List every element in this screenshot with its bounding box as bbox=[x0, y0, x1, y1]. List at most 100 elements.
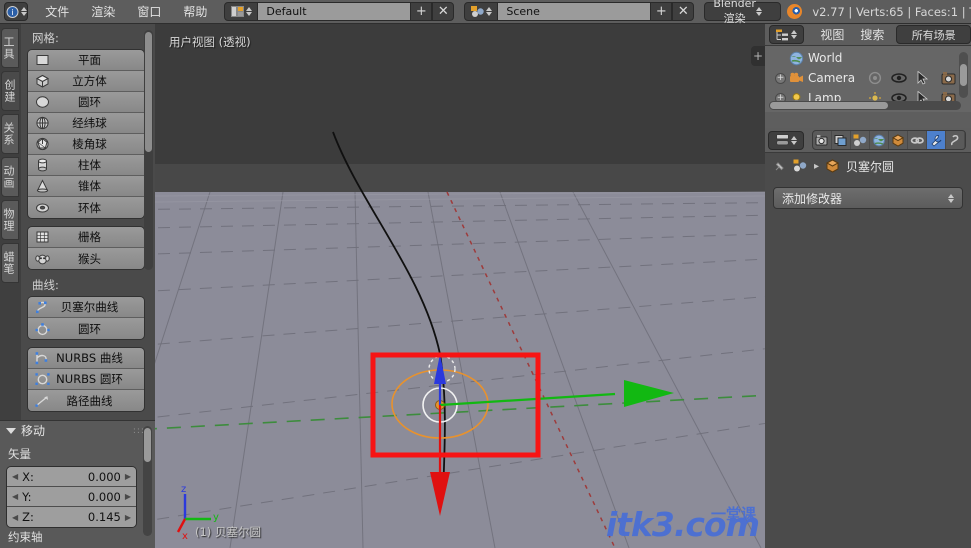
render-engine-selector[interactable]: Blender 渲染 bbox=[704, 0, 782, 25]
operator-panel-header[interactable]: 移动 :::: bbox=[0, 421, 155, 440]
outliner-display-mode[interactable]: 所有场景 bbox=[896, 25, 971, 44]
tab-animation[interactable]: 动画 bbox=[1, 157, 19, 197]
svg-text:i: i bbox=[11, 8, 13, 17]
add-bezier-circle-button[interactable]: 圆环 bbox=[28, 318, 144, 339]
add-plane-button[interactable]: 平面 bbox=[28, 50, 144, 71]
outliner-horizontal-scrollbar[interactable] bbox=[769, 101, 961, 110]
circle-label: 圆环 bbox=[78, 95, 101, 109]
decrement-arrow-icon[interactable]: ◀ bbox=[12, 472, 18, 481]
expand-icon[interactable]: + bbox=[775, 72, 786, 84]
outliner-editor-type-button[interactable] bbox=[769, 25, 805, 44]
tab-modifiers[interactable] bbox=[927, 131, 946, 149]
vector-y-field[interactable]: ◀ Y: 0.000 ▶ bbox=[7, 487, 136, 507]
tab-physics[interactable]: 物理 bbox=[1, 200, 19, 240]
vector-x-value: 0.000 bbox=[87, 469, 121, 484]
menu-render[interactable]: 渲染 bbox=[80, 0, 126, 24]
menu-file[interactable]: 文件 bbox=[34, 0, 80, 24]
vector-x-field[interactable]: ◀ X: 0.000 ▶ bbox=[7, 467, 136, 487]
screen-layout-icon-button[interactable] bbox=[224, 2, 259, 21]
tab-render-layers[interactable] bbox=[832, 131, 851, 149]
info-editor-icon: i bbox=[6, 5, 19, 18]
outliner-search-menu[interactable]: 搜索 bbox=[852, 23, 892, 47]
viewport-view-label: 用户视图 (透视) bbox=[169, 35, 251, 49]
tab-scene[interactable] bbox=[851, 131, 870, 149]
add-screen-button[interactable]: + bbox=[410, 2, 433, 21]
add-nurbs-curve-button[interactable]: NURBS 曲线 bbox=[28, 348, 144, 369]
add-grid-button[interactable]: 栅格 bbox=[28, 227, 144, 248]
operator-redo-panel: 移动 :::: 矢量 ◀ X: 0.000 ▶ ◀ Y: 0.000 ▶ ◀ Z… bbox=[0, 420, 155, 548]
add-ico-sphere-button[interactable]: 棱角球 bbox=[28, 134, 144, 155]
tab-object[interactable] bbox=[889, 131, 908, 149]
add-cylinder-button[interactable]: 柱体 bbox=[28, 155, 144, 176]
screen-layout-name[interactable]: Default bbox=[258, 2, 411, 21]
add-bezier-curve-button[interactable]: 贝塞尔曲线 bbox=[28, 297, 144, 318]
path-curve-label: 路径曲线 bbox=[66, 393, 113, 408]
camera-visibility-eye-icon[interactable] bbox=[887, 68, 911, 88]
tab-relations[interactable]: 关系 bbox=[1, 114, 19, 154]
add-modifier-dropdown[interactable]: 添加修改器 bbox=[773, 187, 963, 209]
properties-editor-type-button[interactable] bbox=[768, 130, 804, 150]
increment-arrow-icon[interactable]: ▶ bbox=[125, 492, 131, 501]
outliner-row-world[interactable]: World bbox=[765, 48, 971, 68]
scene-name-field[interactable]: Scene bbox=[498, 2, 651, 21]
svg-text:y: y bbox=[213, 512, 219, 523]
decrement-arrow-icon[interactable]: ◀ bbox=[12, 513, 18, 522]
camera-renderability-icon[interactable] bbox=[937, 68, 961, 88]
nurbs-circle-icon bbox=[31, 371, 53, 388]
add-cone-button[interactable]: 锥体 bbox=[28, 176, 144, 197]
bezier-curve-icon bbox=[31, 299, 53, 316]
vector-label: 矢量 bbox=[8, 447, 31, 461]
outliner-spinner-icon bbox=[791, 30, 798, 39]
tab-constraints[interactable] bbox=[908, 131, 927, 149]
editor-type-selector[interactable]: i bbox=[4, 2, 29, 21]
delete-screen-button[interactable]: ✕ bbox=[432, 2, 455, 21]
camera-selectability-cursor-icon[interactable] bbox=[911, 68, 935, 88]
add-circle-button[interactable]: 圆环 bbox=[28, 92, 144, 113]
object-breadcrumb-icon[interactable] bbox=[793, 159, 808, 173]
camera-data-icon[interactable] bbox=[863, 68, 887, 88]
add-path-curve-button[interactable]: 路径曲线 bbox=[28, 390, 144, 411]
mesh-data-icon[interactable] bbox=[825, 159, 840, 173]
tab-world[interactable] bbox=[870, 131, 889, 149]
toolshelf-expand-tab[interactable]: + bbox=[751, 46, 765, 66]
tab-grease-pencil[interactable]: 蜡笔 bbox=[1, 243, 19, 283]
tab-tools[interactable]: 工具 bbox=[1, 28, 19, 68]
scene-icon-button[interactable] bbox=[464, 2, 499, 21]
tool-shelf-tabs: 工具 创建 关系 动画 物理 蜡笔 bbox=[0, 24, 21, 420]
delete-scene-button[interactable]: ✕ bbox=[672, 2, 695, 21]
menu-help[interactable]: 帮助 bbox=[172, 0, 218, 24]
add-nurbs-circle-button[interactable]: NURBS 圆环 bbox=[28, 369, 144, 390]
screen-layout-group: Default + ✕ bbox=[224, 2, 455, 21]
outliner-view-menu[interactable]: 视图 bbox=[812, 23, 852, 47]
camera-icon bbox=[789, 71, 804, 86]
menu-window[interactable]: 窗口 bbox=[126, 0, 172, 24]
scene-spinner-icon bbox=[485, 7, 492, 16]
curve-bezier-group: 贝塞尔曲线 圆环 bbox=[27, 296, 145, 340]
constraint-axis-label: 约束轴 bbox=[8, 530, 43, 544]
tab-create[interactable]: 创建 bbox=[1, 71, 19, 111]
add-torus-button[interactable]: 环体 bbox=[28, 197, 144, 218]
add-cube-button[interactable]: 立方体 bbox=[28, 71, 144, 92]
tool-shelf-scrollbar[interactable] bbox=[144, 30, 153, 270]
breadcrumb-separator: ▸ bbox=[814, 160, 820, 172]
add-scene-button[interactable]: + bbox=[650, 2, 673, 21]
vector-y-label: Y: bbox=[22, 489, 32, 504]
uv-sphere-icon bbox=[31, 115, 53, 132]
increment-arrow-icon[interactable]: ▶ bbox=[125, 472, 131, 481]
bezier-circle-label: 圆环 bbox=[78, 321, 101, 336]
monkey-label: 猴头 bbox=[78, 251, 101, 266]
add-uv-sphere-button[interactable]: 经纬球 bbox=[28, 113, 144, 134]
pin-icon[interactable] bbox=[773, 159, 787, 173]
collapse-triangle-icon bbox=[6, 427, 16, 434]
increment-arrow-icon[interactable]: ▶ bbox=[125, 513, 131, 522]
properties-editor-icon bbox=[775, 134, 789, 146]
outliner-row-camera[interactable]: + Camera bbox=[765, 68, 971, 88]
outliner-vertical-scrollbar[interactable] bbox=[959, 52, 968, 98]
decrement-arrow-icon[interactable]: ◀ bbox=[12, 492, 18, 501]
tab-object-data[interactable] bbox=[946, 131, 965, 149]
tab-render[interactable] bbox=[813, 131, 832, 149]
add-monkey-button[interactable]: 猴头 bbox=[28, 248, 144, 269]
operator-panel-scrollbar[interactable] bbox=[143, 426, 152, 536]
3d-viewport[interactable]: z y x 用户视图 (透视) (1) 贝塞尔圆 + itk3.com 一堂课 bbox=[155, 24, 765, 548]
vector-z-field[interactable]: ◀ Z: 0.145 ▶ bbox=[7, 507, 136, 527]
